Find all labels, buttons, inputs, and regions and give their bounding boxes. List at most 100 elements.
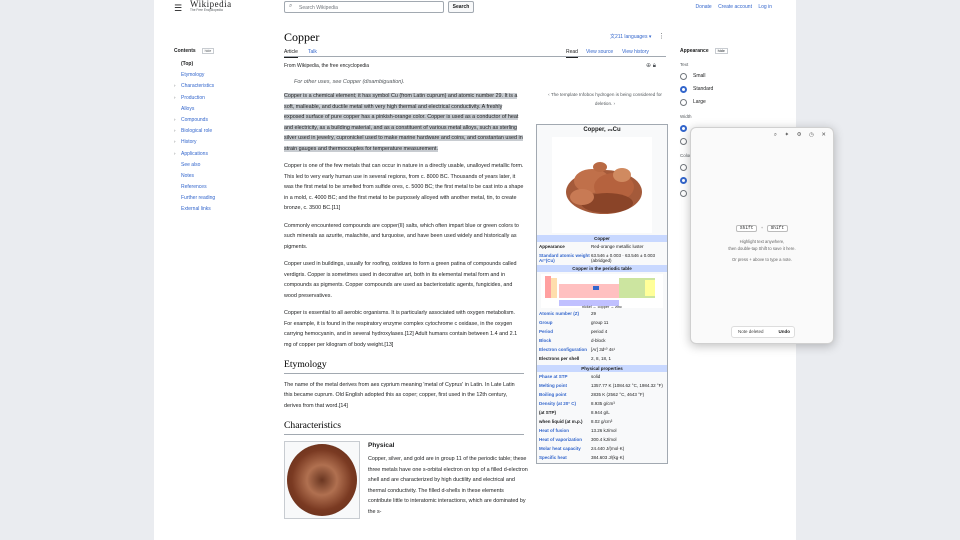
key-separator: + <box>760 225 764 230</box>
tab-view-history[interactable]: View history <box>622 49 649 55</box>
infobox-value: d-block <box>591 338 606 343</box>
infobox-key[interactable]: Heat of fusion <box>539 428 591 435</box>
infobox-key[interactable]: Molar heat capacity <box>539 446 591 453</box>
infobox-row: Electrons per shell 2, 8, 18, 1 <box>537 355 667 364</box>
search-button[interactable]: Search <box>448 1 474 13</box>
radio-button[interactable] <box>680 72 687 80</box>
page-title: Copper <box>284 30 320 44</box>
infobox-section-header[interactable]: Copper in the periodic table <box>537 265 667 272</box>
toc-item[interactable]: See also <box>174 162 274 173</box>
main-menu-icon[interactable]: ☰ <box>174 3 182 14</box>
infobox-value: solid <box>591 374 601 379</box>
periodic-table-image[interactable]: nickel ← copper → zinc <box>541 274 663 309</box>
toc-item[interactable]: › History <box>174 139 274 150</box>
good-article-icon[interactable]: ⊕ <box>646 63 651 69</box>
page-status-icons: ⊕ 🔒︎ <box>646 62 656 70</box>
copper-disc-image[interactable] <box>284 440 360 519</box>
text-size-option[interactable]: Small <box>680 72 780 80</box>
infobox-key[interactable]: Phase at STP <box>539 374 591 381</box>
create-account-link[interactable]: Create account <box>718 4 752 10</box>
radio-label: Large <box>693 99 706 105</box>
infobox-key[interactable]: Atomic number (Z) <box>539 311 591 318</box>
search-icon: ⌕ <box>289 3 293 9</box>
appearance-hide-button[interactable]: hide <box>714 48 728 54</box>
radio-button[interactable] <box>680 85 687 93</box>
toc-item[interactable]: › Applications <box>174 151 274 162</box>
infobox-value: period 4 <box>591 329 608 334</box>
table-of-contents: Contents hide (Top) Etymology › Characterist… <box>174 48 274 218</box>
language-selector[interactable]: 文211 languages ▾ <box>610 33 651 40</box>
infobox-row: Heat of fusion 13.26 kJ/mol <box>537 427 667 436</box>
toc-item[interactable]: (Top) <box>174 61 274 72</box>
search-input[interactable]: ⌕ Search Wikipedia <box>284 1 444 13</box>
text-size-option[interactable]: Large <box>680 98 780 106</box>
more-options-icon[interactable]: ⋮ <box>658 32 665 40</box>
toc-item-label: Compounds <box>181 116 208 123</box>
paragraph: The name of the metal derives from aes c… <box>284 381 515 409</box>
toc-item[interactable]: Notes <box>174 173 274 184</box>
infobox-key[interactable]: Period <box>539 329 591 336</box>
chevron-right-icon[interactable]: › <box>174 83 176 88</box>
donate-link[interactable]: Donate <box>696 4 712 10</box>
infobox-key[interactable]: Boiling point <box>539 392 591 399</box>
infobox-key[interactable]: Heat of vaporization <box>539 437 591 444</box>
chevron-right-icon[interactable]: › <box>174 117 176 122</box>
width-label: Width <box>680 114 692 119</box>
toc-item[interactable]: › Compounds <box>174 117 274 128</box>
native-copper-image[interactable] <box>552 137 652 233</box>
infobox-section-header: Copper <box>537 235 667 242</box>
window-toolbar[interactable]: ⌕ ✦ ⚙ ◷ ✕ <box>774 132 829 139</box>
infobox-key[interactable]: Electron configuration <box>539 347 591 354</box>
chevron-right-icon[interactable]: › <box>174 139 176 144</box>
infobox-row: when liquid (at m.p.) 8.02 g/cm³ <box>537 418 667 427</box>
text-size-option[interactable]: Standard <box>680 85 780 93</box>
infobox-row: Density (at 20° C) 8.935 g/cm³ <box>537 400 667 409</box>
infobox-value: 8.02 g/cm³ <box>591 419 613 424</box>
tab-read[interactable]: Read <box>566 49 578 58</box>
text-size-label: Text <box>680 62 689 67</box>
infobox-value: 1357.77 K (1084.62 °C, 1984.32 °F) <box>591 383 663 388</box>
toc-item-label: External links <box>181 206 211 213</box>
paragraph: Commonly encountered compounds are coppe… <box>284 222 519 250</box>
highlighted-text[interactable]: Copper is a chemical element; it has sym… <box>284 93 523 152</box>
toc-item[interactable]: › Characteristics <box>174 83 274 94</box>
toc-item[interactable]: Etymology <box>174 72 274 83</box>
tab-talk[interactable]: Talk <box>308 49 317 55</box>
toc-hide-button[interactable]: hide <box>201 48 215 54</box>
infobox-key[interactable]: Specific heat <box>539 455 591 462</box>
radio-button[interactable] <box>680 98 687 106</box>
chevron-right-icon[interactable]: › <box>174 128 176 133</box>
tab-view-source[interactable]: View source <box>586 49 613 55</box>
login-link[interactable]: Log in <box>758 4 772 10</box>
infobox-key[interactable]: Block <box>539 338 591 345</box>
paragraph: Copper, silver, and gold are in group 11… <box>368 456 528 515</box>
toc-item[interactable]: › Biological role <box>174 128 274 139</box>
toc-item-label: (Top) <box>181 61 194 67</box>
toc-item[interactable]: Alloys <box>174 106 274 117</box>
infobox-value: 63.546 ± 0.003 · 63.546 ± 0.003 (abridge… <box>591 253 655 263</box>
toc-item-label: Alloys <box>181 105 195 112</box>
undo-button[interactable]: Undo <box>779 327 791 337</box>
lock-icon[interactable]: 🔒︎ <box>653 63 656 69</box>
notes-floating-window[interactable]: ⌕ ✦ ⚙ ◷ ✕ Shift + Shift Highlight text a… <box>690 127 834 344</box>
infobox-key[interactable]: Group <box>539 320 591 327</box>
hint-line: then double-tap Shift to save it here. <box>728 246 796 251</box>
wikipedia-logo[interactable]: Wikipedia The Free Encyclopedia <box>190 0 250 12</box>
infobox-value: 8.935 g/cm³ <box>591 401 615 406</box>
infobox-value: 300.4 kJ/mol <box>591 437 617 442</box>
infobox-key: Appearance <box>539 244 565 249</box>
toc-item[interactable]: References <box>174 184 274 195</box>
tab-article[interactable]: Article <box>284 49 298 58</box>
toc-item[interactable]: External links <box>174 206 274 217</box>
chevron-right-icon[interactable]: › <box>174 151 176 156</box>
toc-item[interactable]: Further reading <box>174 195 274 206</box>
chevron-right-icon[interactable]: › <box>174 95 176 100</box>
infobox-key[interactable]: Density (at 20° C) <box>539 401 591 408</box>
infobox-row: Melting point 1357.77 K (1084.62 °C, 1984… <box>537 382 667 391</box>
infobox-key[interactable]: Standard atomic weight Ar°(Cu) <box>539 253 591 263</box>
infobox-row: (at STP) 8.944 g/L <box>537 409 667 418</box>
infobox-key[interactable]: Melting point <box>539 383 591 390</box>
infobox-row: Heat of vaporization 300.4 kJ/mol <box>537 436 667 445</box>
toc-item[interactable]: › Production <box>174 95 274 106</box>
shortcut-keys: Shift + Shift <box>691 225 833 232</box>
